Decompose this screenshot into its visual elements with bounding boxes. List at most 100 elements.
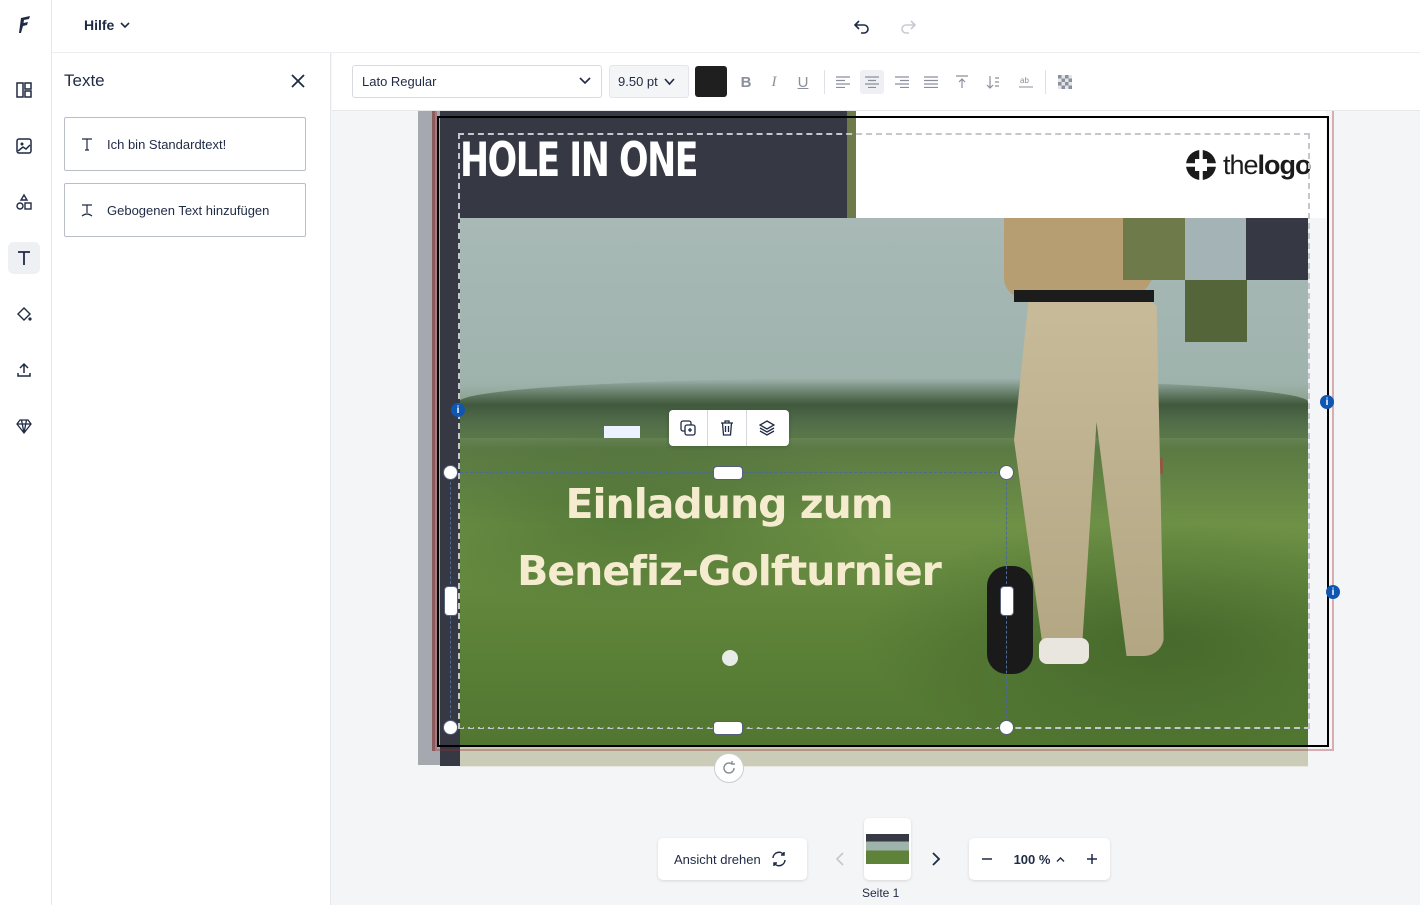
toolbar-separator: [824, 70, 825, 94]
layers-icon: [758, 420, 775, 436]
golf-ball: [722, 650, 738, 666]
help-label: Hilfe: [84, 17, 115, 33]
info-dot-icon[interactable]: i: [451, 403, 465, 417]
texts-panel: Texte Ich bin Standardtext! Gebogenen Te…: [52, 53, 331, 905]
letter-spacing-icon: ab: [1019, 76, 1033, 88]
top-bar: Hilfe: [52, 0, 1420, 53]
letter-spacing-button[interactable]: ab: [1014, 70, 1038, 94]
undo-icon[interactable]: [852, 16, 872, 36]
layers-button[interactable]: [747, 410, 786, 446]
zoom-value: 100 %: [1013, 851, 1051, 867]
duplicate-button[interactable]: [669, 410, 708, 446]
body-text[interactable]: Einladung zum Benefiz-Golfturnier: [459, 471, 999, 605]
resize-handle-bottom-left[interactable]: [443, 720, 458, 735]
delete-button[interactable]: [708, 410, 747, 446]
olive-strip: [847, 111, 856, 218]
rail-shapes-button[interactable]: [8, 186, 40, 218]
rotate-handle[interactable]: [714, 753, 744, 783]
close-icon[interactable]: [288, 71, 308, 91]
resize-handle-top-right[interactable]: [999, 465, 1014, 480]
transparency-button[interactable]: [1053, 70, 1077, 94]
italic-button[interactable]: I: [762, 70, 786, 94]
curved-text-icon: [81, 204, 93, 217]
vertical-align-top-button[interactable]: [950, 70, 974, 94]
format-toolbar: Lato Regular 9.50 pt B I U ab: [332, 53, 1420, 111]
help-menu[interactable]: Hilfe: [84, 17, 130, 33]
font-size-select[interactable]: 9.50 pt: [609, 65, 689, 98]
dark-left-bar: [440, 218, 460, 766]
align-center-icon: [865, 76, 879, 88]
logo-mark-icon: [1186, 150, 1216, 180]
rail-upload-button[interactable]: [8, 354, 40, 386]
add-standard-text-button[interactable]: Ich bin Standardtext!: [64, 117, 306, 171]
font-family-value: Lato Regular: [362, 74, 437, 89]
underline-button[interactable]: U: [791, 70, 815, 94]
resize-handle-top[interactable]: [713, 466, 743, 480]
shapes-icon: [16, 193, 32, 210]
align-center-button[interactable]: [860, 70, 884, 94]
align-left-button[interactable]: [831, 70, 855, 94]
chevron-right-icon[interactable]: [928, 850, 944, 868]
align-right-icon: [895, 76, 909, 88]
line-height-icon: [986, 76, 999, 89]
rotate-icon: [723, 761, 735, 774]
body-text-line-2: Benefiz-Golfturnier: [517, 547, 942, 595]
zoom-out-icon[interactable]: [981, 853, 993, 865]
svg-text:ab: ab: [1020, 76, 1029, 85]
info-dot-icon[interactable]: i: [1326, 585, 1340, 599]
zoom-in-icon[interactable]: [1086, 853, 1098, 865]
rail-background-button[interactable]: [8, 298, 40, 330]
upload-icon: [17, 362, 31, 377]
page-thumbnail-preview: [866, 834, 909, 864]
bold-button[interactable]: B: [734, 70, 758, 94]
chevron-up-icon: [1056, 856, 1065, 862]
font-family-select[interactable]: Lato Regular: [352, 65, 602, 98]
redo-icon[interactable]: [898, 16, 918, 36]
rail-images-button[interactable]: [8, 130, 40, 162]
justify-icon: [924, 76, 938, 88]
card-bottom-edge: [459, 745, 1308, 767]
align-left-icon: [836, 76, 850, 88]
rotate-view-button[interactable]: Ansicht drehen: [658, 838, 807, 880]
line-height-button[interactable]: [981, 70, 1005, 94]
info-dot-icon[interactable]: i: [1320, 395, 1334, 409]
chevron-down-icon: [120, 22, 130, 29]
design-canvas[interactable]: HOLE IN ONE thelogo Einladung zum Benefi…: [332, 111, 1420, 905]
golfer-shoe-white: [1039, 638, 1089, 664]
resize-handle-bottom-right[interactable]: [999, 720, 1014, 735]
image-icon: [16, 138, 32, 154]
deco-square-olive: [1123, 218, 1185, 280]
chevron-down-icon: [579, 77, 591, 85]
rotate-view-label: Ansicht drehen: [674, 851, 761, 867]
zoom-select[interactable]: 100 %: [1014, 852, 1066, 867]
chevron-left-icon[interactable]: [832, 850, 848, 868]
resize-handle-right[interactable]: [1000, 586, 1014, 616]
chevron-down-icon: [664, 77, 675, 85]
panel-title: Texte: [64, 71, 105, 90]
text-icon: [18, 251, 30, 265]
rail-layout-button[interactable]: [8, 74, 40, 106]
course-sign: [604, 426, 640, 438]
page-thumbnail[interactable]: [864, 818, 911, 880]
bleed-line: [432, 111, 435, 751]
align-right-button[interactable]: [890, 70, 914, 94]
element-context-menu: [669, 410, 789, 446]
refresh-icon: [771, 851, 786, 867]
body-text-line-1: Einladung zum: [565, 480, 893, 528]
align-top-icon: [956, 75, 968, 88]
add-curved-text-button[interactable]: Gebogenen Text hinzufügen: [64, 183, 306, 237]
rail-texts-button[interactable]: [8, 242, 40, 274]
logo[interactable]: thelogo: [1185, 149, 1312, 181]
font-size-value: 9.50 pt: [618, 74, 658, 89]
rail-premium-button[interactable]: [8, 410, 40, 442]
resize-handle-left[interactable]: [444, 586, 458, 616]
logo-text: thelogo: [1223, 149, 1312, 180]
text-color-swatch[interactable]: [695, 66, 727, 97]
resize-handle-top-left[interactable]: [443, 465, 458, 480]
app-logo[interactable]: [14, 14, 36, 36]
resize-handle-bottom[interactable]: [713, 721, 743, 735]
deco-square-dark: [1246, 218, 1308, 280]
headline-text[interactable]: HOLE IN ONE: [460, 133, 699, 188]
add-standard-text-label: Ich bin Standardtext!: [107, 136, 227, 152]
justify-button[interactable]: [919, 70, 943, 94]
